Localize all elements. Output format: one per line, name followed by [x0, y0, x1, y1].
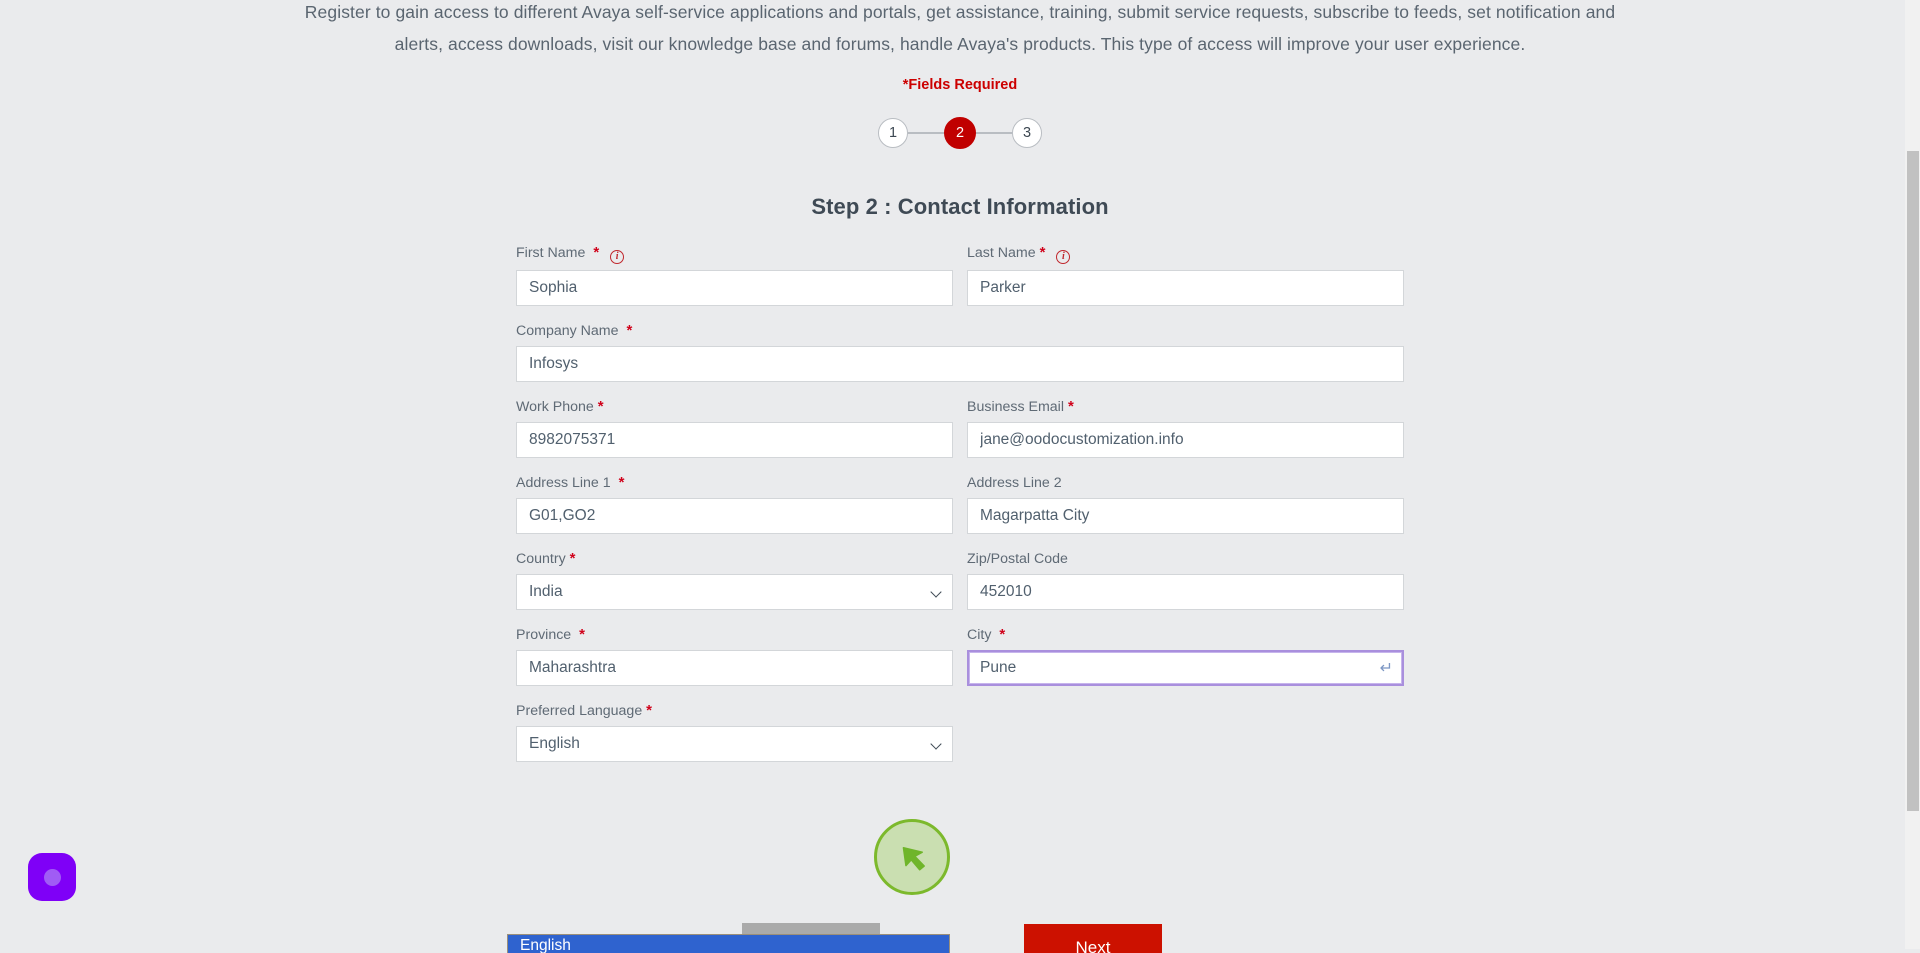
- address-line-2-label-text: Address Line 2: [967, 475, 1062, 491]
- preferred-language-select-wrapper: English: [516, 726, 953, 762]
- form-row-language: Preferred Language * English: [516, 702, 1404, 762]
- field-zip: Zip/Postal Code: [967, 550, 1404, 610]
- form-row-country-zip: Country * India Zip/Postal Code: [516, 550, 1404, 610]
- zip-label: Zip/Postal Code: [967, 550, 1404, 568]
- step-2-circle[interactable]: 2: [944, 117, 976, 149]
- intro-line-2: alerts, access downloads, visit our know…: [394, 34, 1526, 54]
- step-1-circle[interactable]: 1: [878, 118, 908, 148]
- field-language-spacer: [967, 702, 1404, 762]
- step-indicator: 1 2 3: [0, 117, 1920, 149]
- preferred-language-label: Preferred Language *: [516, 702, 953, 720]
- chat-widget-launcher[interactable]: [28, 853, 76, 901]
- language-dropdown-option-english[interactable]: English: [507, 934, 950, 953]
- cursor-click-highlight: [874, 819, 950, 895]
- work-phone-label: Work Phone *: [516, 398, 953, 416]
- intro-line-1: Register to gain access to different Ava…: [304, 2, 1616, 22]
- field-work-phone: Work Phone *: [516, 398, 953, 458]
- city-label-text: City: [967, 627, 992, 643]
- step-connector-2: [976, 132, 1012, 134]
- vertical-scrollbar-track[interactable]: [1905, 0, 1920, 949]
- first-name-required-marker: *: [593, 244, 600, 261]
- business-email-required-marker: *: [1067, 398, 1074, 415]
- registration-page: Register to gain access to different Ava…: [0, 0, 1920, 953]
- province-input[interactable]: [516, 650, 953, 686]
- company-name-label-text: Company Name: [516, 323, 619, 339]
- last-name-label: Last Name * i: [967, 244, 1404, 264]
- first-name-label: First Name * i: [516, 244, 953, 264]
- page-title: Step 2 : Contact Information: [811, 194, 1109, 219]
- zip-input[interactable]: [967, 574, 1404, 610]
- country-required-marker: *: [569, 550, 576, 567]
- cursor-arrow-icon: [902, 847, 925, 871]
- contact-information-form: First Name * i Last Name * i Company Nam…: [516, 244, 1404, 762]
- company-name-input[interactable]: [516, 346, 1404, 382]
- form-row-name: First Name * i Last Name * i: [516, 244, 1404, 306]
- business-email-input[interactable]: [967, 422, 1404, 458]
- field-company-name: Company Name *: [516, 322, 1404, 382]
- vertical-scrollbar-thumb[interactable]: [1907, 151, 1919, 811]
- last-name-label-text: Last Name: [967, 245, 1036, 261]
- address-line-1-required-marker: *: [618, 474, 625, 491]
- city-input[interactable]: [967, 650, 1404, 686]
- work-phone-label-text: Work Phone: [516, 399, 594, 415]
- form-row-company: Company Name *: [516, 322, 1404, 382]
- last-name-input[interactable]: [967, 270, 1404, 306]
- city-required-marker: *: [999, 626, 1006, 643]
- address-line-1-input[interactable]: [516, 498, 953, 534]
- country-select[interactable]: India: [516, 574, 953, 610]
- field-last-name: Last Name * i: [967, 244, 1404, 306]
- field-country: Country * India: [516, 550, 953, 610]
- address-line-1-label-text: Address Line 1: [516, 475, 611, 491]
- intro-text: Register to gain access to different Ava…: [250, 0, 1670, 60]
- first-name-label-text: First Name: [516, 245, 586, 261]
- preferred-language-label-text: Preferred Language: [516, 703, 643, 719]
- field-address-line-2: Address Line 2: [967, 474, 1404, 534]
- zip-label-text: Zip/Postal Code: [967, 551, 1068, 567]
- city-label: City *: [967, 626, 1404, 644]
- fields-required-note: *Fields Required: [902, 77, 1018, 93]
- work-phone-required-marker: *: [597, 398, 604, 415]
- address-line-2-label: Address Line 2: [967, 474, 1404, 492]
- next-button[interactable]: Next: [1024, 924, 1162, 953]
- last-name-required-marker: *: [1039, 244, 1046, 261]
- country-label: Country *: [516, 550, 953, 568]
- form-row-contact: Work Phone * Business Email *: [516, 398, 1404, 458]
- country-label-text: Country: [516, 551, 566, 567]
- company-name-label: Company Name *: [516, 322, 1404, 340]
- preferred-language-select[interactable]: English: [516, 726, 953, 762]
- form-row-address: Address Line 1 * Address Line 2: [516, 474, 1404, 534]
- field-first-name: First Name * i: [516, 244, 953, 306]
- step-connector-1: [908, 132, 944, 134]
- company-name-required-marker: *: [626, 322, 633, 339]
- address-line-2-input[interactable]: [967, 498, 1404, 534]
- province-required-marker: *: [579, 626, 585, 643]
- field-address-line-1: Address Line 1 *: [516, 474, 953, 534]
- country-select-wrapper: India: [516, 574, 953, 610]
- address-line-1-label: Address Line 1 *: [516, 474, 953, 492]
- field-province: Province *: [516, 626, 953, 686]
- chat-widget-dot-icon: [43, 868, 61, 886]
- province-label-text: Province: [516, 627, 572, 643]
- business-email-label-text: Business Email: [967, 399, 1064, 415]
- first-name-input[interactable]: [516, 270, 953, 306]
- info-icon[interactable]: i: [610, 250, 625, 264]
- field-preferred-language: Preferred Language * English: [516, 702, 953, 762]
- step-3-circle[interactable]: 3: [1012, 118, 1042, 148]
- field-business-email: Business Email *: [967, 398, 1404, 458]
- business-email-label: Business Email *: [967, 398, 1404, 416]
- info-icon[interactable]: i: [1056, 250, 1071, 264]
- field-city: City * ↵: [967, 626, 1404, 686]
- work-phone-input[interactable]: [516, 422, 953, 458]
- province-label: Province *: [516, 626, 953, 644]
- preferred-language-required-marker: *: [646, 702, 653, 719]
- form-row-province-city: Province * City * ↵: [516, 626, 1404, 686]
